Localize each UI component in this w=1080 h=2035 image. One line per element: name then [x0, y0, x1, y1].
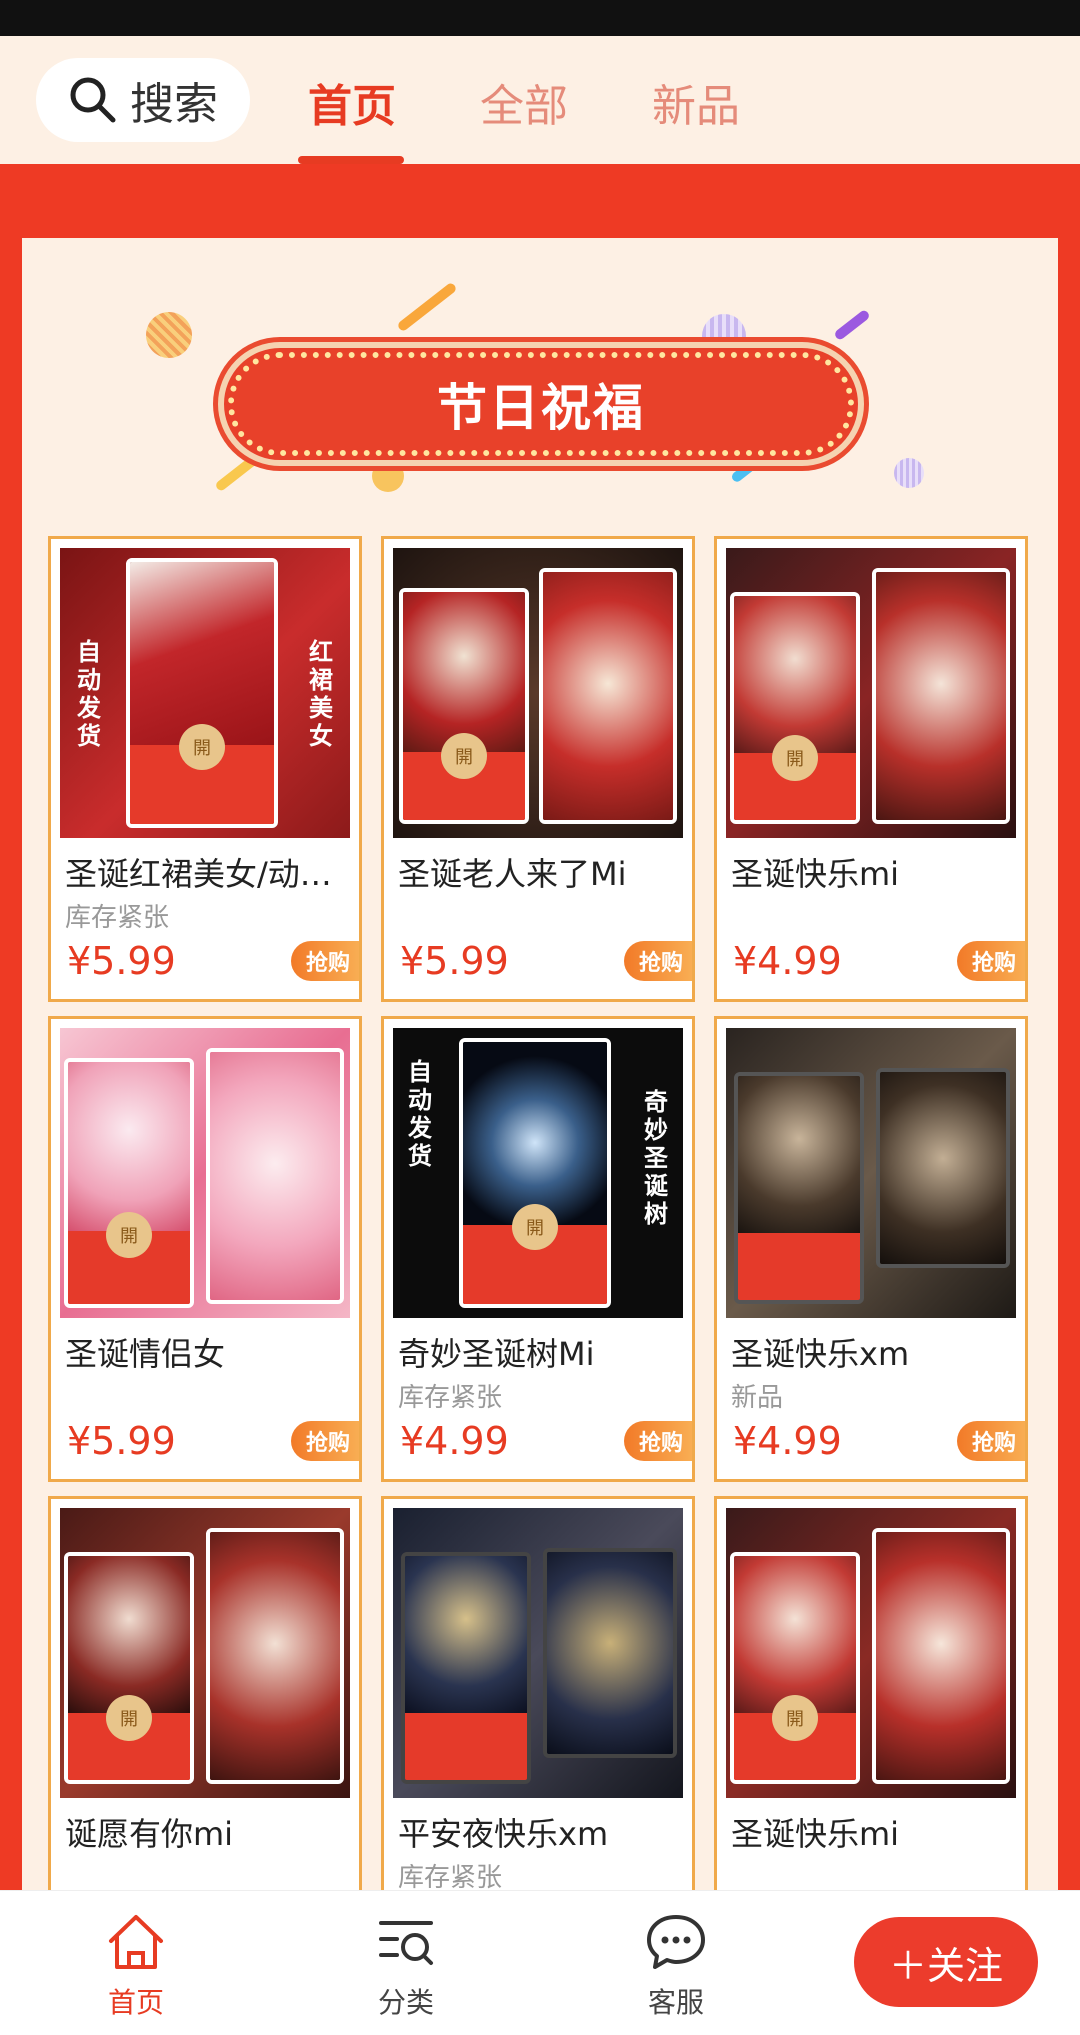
- product-card[interactable]: 自动发货 奇妙圣诞树 開 奇妙圣诞树Mi 库存紧张 ¥4.99 抢购: [381, 1016, 695, 1482]
- buy-button[interactable]: 抢购: [957, 941, 1025, 981]
- chat-bubble-icon: [647, 1915, 705, 1969]
- red-envelope: [734, 1072, 864, 1304]
- stock-status: 库存紧张: [65, 903, 170, 933]
- red-envelope: [401, 1552, 531, 1784]
- top-navigation: 搜索 首页 全部 新品: [0, 36, 1080, 164]
- status-bar: [0, 0, 1080, 36]
- red-envelope-preview: [872, 568, 1010, 824]
- product-title: 圣诞情侣女: [65, 1335, 226, 1373]
- product-image: 自动发货 奇妙圣诞树 開: [393, 1028, 683, 1318]
- decor-stripe: [833, 308, 871, 342]
- content-panel: 节日祝福 自动发货 红裙美女 開 圣诞红裙美女/动… 库存紧张 ¥5.99 抢购: [22, 238, 1058, 2035]
- buy-button[interactable]: 抢购: [291, 941, 359, 981]
- bottom-tab-label: 分类: [377, 1986, 434, 2019]
- red-envelope: 開: [730, 1552, 860, 1784]
- product-title: 奇妙圣诞树Mi: [398, 1335, 595, 1373]
- category-search-icon: [379, 1921, 433, 1965]
- bottom-tab-service[interactable]: 客服: [616, 1909, 736, 2021]
- product-price: ¥4.99: [733, 939, 842, 983]
- buy-button[interactable]: 抢购: [624, 1421, 692, 1461]
- search-icon: [70, 77, 116, 123]
- product-title: 诞愿有你mi: [65, 1815, 234, 1853]
- search-button[interactable]: 搜索: [36, 58, 250, 142]
- product-price: ¥5.99: [67, 939, 176, 983]
- home-icon: [109, 1915, 163, 1969]
- search-label: 搜索: [130, 79, 218, 130]
- product-title: 圣诞红裙美女/动…: [65, 855, 332, 893]
- tab-all[interactable]: 全部: [480, 70, 568, 134]
- seal-icon: 開: [772, 734, 818, 781]
- art-text-right: 红裙美女: [309, 638, 333, 750]
- art-text-left: 自动发货: [408, 1058, 432, 1170]
- product-title: 平安夜快乐xm: [398, 1815, 609, 1853]
- seal-icon: 開: [772, 1694, 818, 1741]
- tab-home[interactable]: 首页: [308, 70, 396, 134]
- decor-dot: [894, 458, 924, 488]
- product-image: 開: [393, 548, 683, 838]
- product-title: 圣诞快乐mi: [731, 855, 900, 893]
- banner: 节日祝福: [22, 278, 1058, 508]
- product-card[interactable]: 開 圣诞老人来了Mi ¥5.99 抢购: [381, 536, 695, 1002]
- bottom-tab-home[interactable]: 首页: [76, 1909, 196, 2021]
- buy-button[interactable]: 抢购: [624, 941, 692, 981]
- product-image: 開: [726, 548, 1016, 838]
- product-image: 開: [726, 1508, 1016, 1798]
- tab-active-indicator: [298, 156, 404, 164]
- red-envelope-preview: [206, 1048, 344, 1304]
- stock-status: 库存紧张: [398, 1863, 503, 1893]
- red-envelope-preview: [872, 1528, 1010, 1784]
- banner-pill: 节日祝福: [218, 342, 864, 466]
- buy-button[interactable]: 抢购: [957, 1421, 1025, 1461]
- product-card[interactable]: 開 圣诞情侣女 ¥5.99 抢购: [48, 1016, 362, 1482]
- stock-status: 库存紧张: [398, 1383, 503, 1413]
- bottom-tab-category[interactable]: 分类: [346, 1909, 466, 2021]
- product-image: [726, 1028, 1016, 1318]
- red-envelope: 開: [459, 1038, 611, 1308]
- product-title: 圣诞快乐xm: [731, 1335, 910, 1373]
- product-card[interactable]: 圣诞快乐xm 新品 ¥4.99 抢购: [714, 1016, 1028, 1482]
- decor-dot: [146, 312, 192, 358]
- product-price: ¥4.99: [400, 1419, 509, 1463]
- follow-button[interactable]: ＋关注: [854, 1917, 1038, 2007]
- red-envelope: 開: [126, 558, 278, 828]
- red-envelope: 開: [399, 588, 529, 824]
- product-title: 圣诞老人来了Mi: [398, 855, 627, 893]
- product-image: 開: [60, 1508, 350, 1798]
- art-text-left: 自动发货: [77, 638, 101, 750]
- bottom-tab-label: 首页: [107, 1986, 164, 2019]
- buy-button[interactable]: 抢购: [291, 1421, 359, 1461]
- tab-new[interactable]: 新品: [652, 70, 740, 134]
- product-image: 開: [60, 1028, 350, 1318]
- bottom-tab-label: 客服: [647, 1986, 704, 2019]
- seal-icon: 開: [106, 1694, 152, 1741]
- product-price: ¥4.99: [733, 1419, 842, 1463]
- red-envelope-preview: [206, 1528, 344, 1784]
- decor-stripe: [396, 281, 458, 333]
- art-text-right: 奇妙圣诞树: [644, 1088, 668, 1228]
- red-envelope: 開: [64, 1552, 194, 1784]
- stock-status: 新品: [731, 1383, 784, 1413]
- red-envelope-preview: [543, 1548, 677, 1758]
- red-envelope-preview: [539, 568, 677, 824]
- red-envelope: 開: [64, 1058, 194, 1308]
- product-card[interactable]: 自动发货 红裙美女 開 圣诞红裙美女/动… 库存紧张 ¥5.99 抢购: [48, 536, 362, 1002]
- product-card[interactable]: 開 圣诞快乐mi ¥4.99 抢购: [714, 536, 1028, 1002]
- red-envelope-preview: [876, 1068, 1010, 1268]
- bottom-tab-bar: 首页 分类 客服 ＋关注: [0, 1890, 1080, 2035]
- product-title: 圣诞快乐mi: [731, 1815, 900, 1853]
- product-image: 自动发货 红裙美女 開: [60, 548, 350, 838]
- banner-title: 节日祝福: [437, 379, 645, 437]
- product-price: ¥5.99: [400, 939, 509, 983]
- product-image: [393, 1508, 683, 1798]
- seal-icon: 開: [106, 1212, 152, 1259]
- product-price: ¥5.99: [67, 1419, 176, 1463]
- red-envelope: 開: [730, 592, 860, 824]
